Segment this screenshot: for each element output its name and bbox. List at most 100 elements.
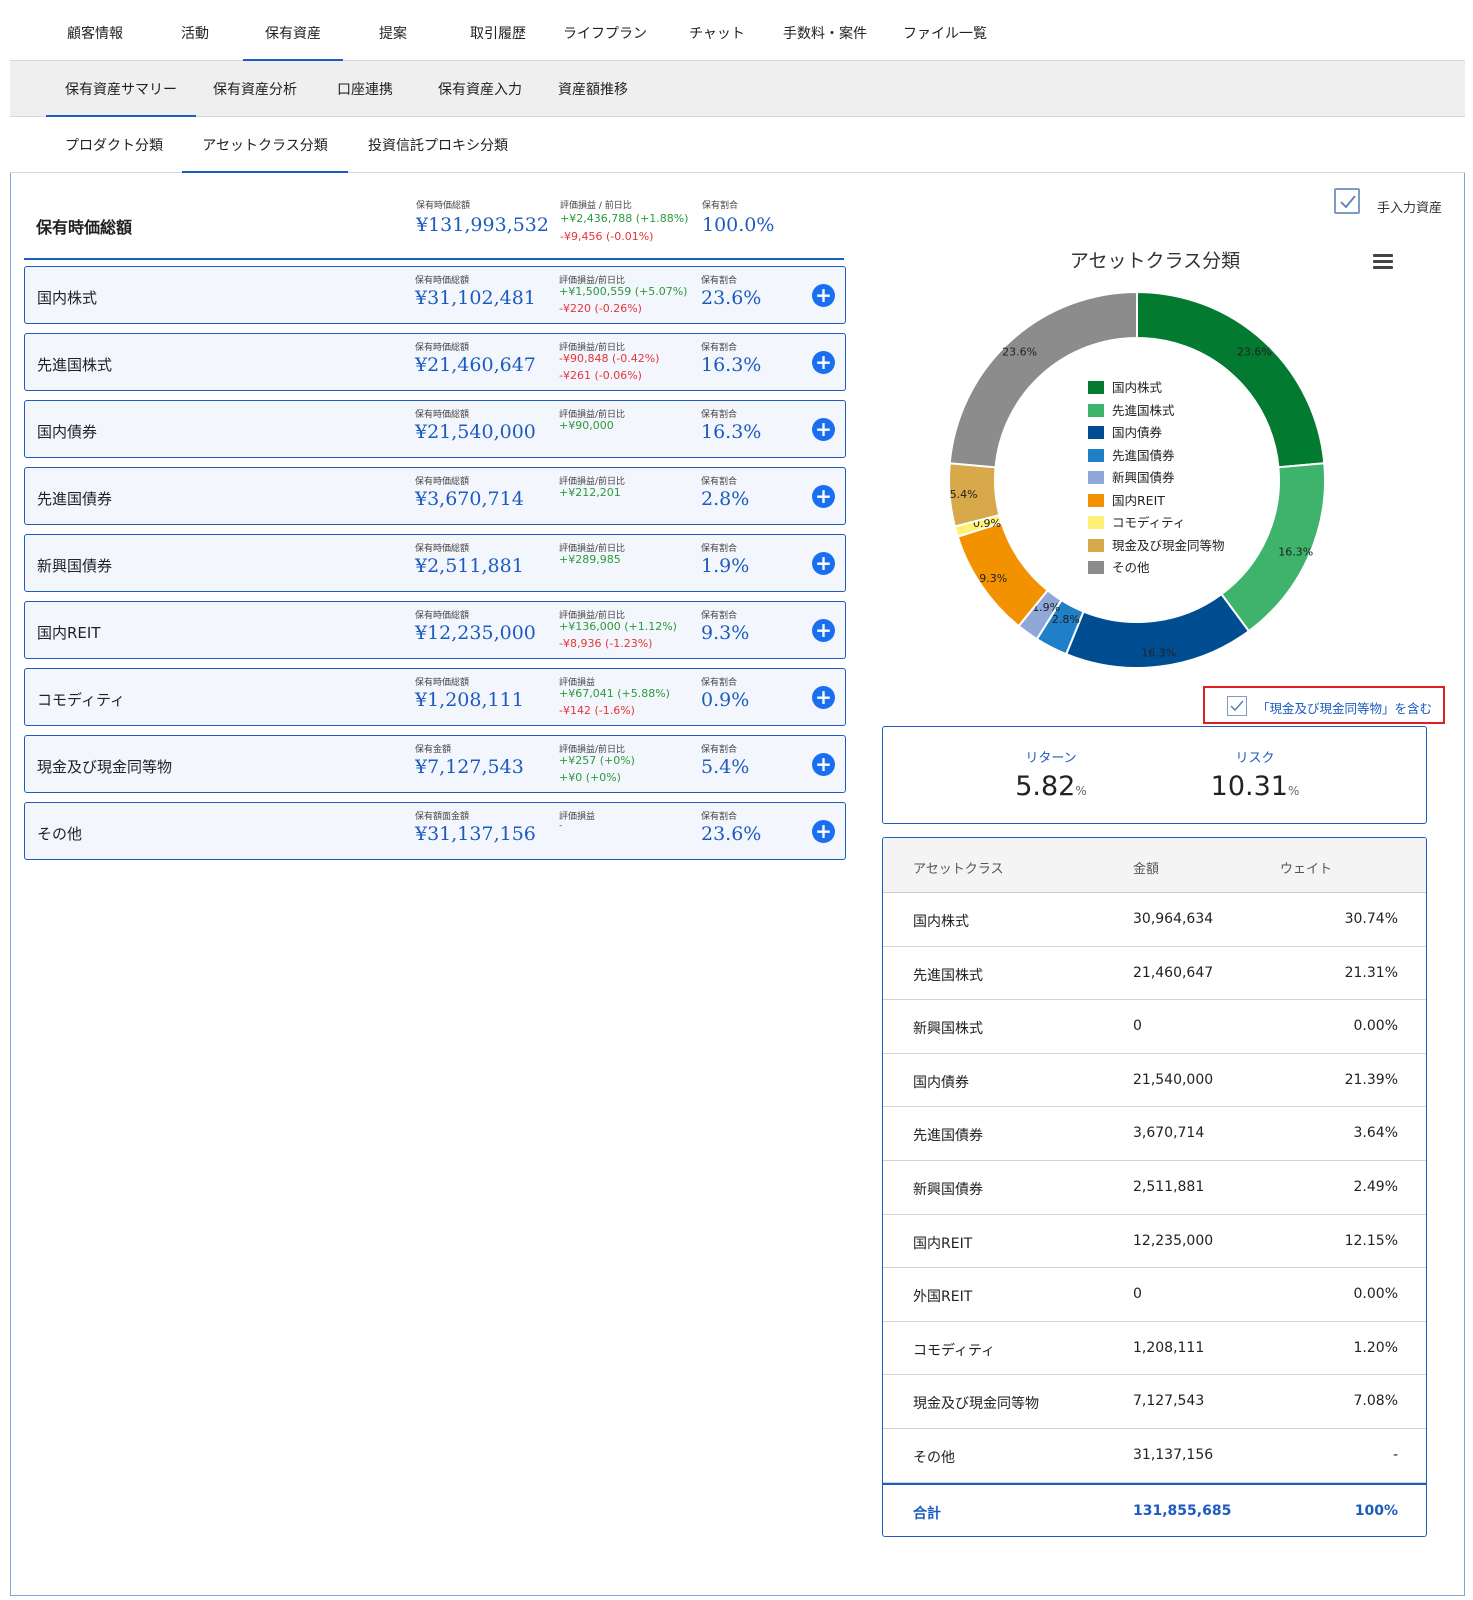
expand-plus-icon[interactable]: + bbox=[812, 418, 835, 441]
cell-weight: - bbox=[1392, 1447, 1398, 1463]
expand-plus-icon[interactable]: + bbox=[812, 686, 835, 709]
tab-account-link[interactable]: 口座連携 bbox=[320, 61, 410, 117]
tab-chat[interactable]: チャット bbox=[672, 4, 762, 61]
cell-asset-class: 先進国債券 bbox=[913, 1128, 983, 1145]
manual-asset-checkbox[interactable] bbox=[1334, 188, 1360, 214]
risk-value: 10.31% bbox=[1210, 771, 1300, 802]
asset-row[interactable]: 国内株式 保有時価総額 ¥31,102,481 評価損益/前日比 +¥1,500… bbox=[24, 266, 846, 324]
asset-row[interactable]: 先進国株式 保有時価総額 ¥21,460,647 評価損益/前日比 -¥90,8… bbox=[24, 333, 846, 391]
legend-item[interactable]: 国内REIT bbox=[1088, 493, 1225, 516]
asset-day-change: -¥8,936 (-1.23%) bbox=[559, 637, 653, 650]
tab-holdings-input[interactable]: 保有資産入力 bbox=[425, 61, 535, 117]
asset-name: 国内株式 bbox=[37, 289, 98, 307]
donut-slice-label: 16.3% bbox=[1141, 647, 1176, 660]
asset-ratio-label: 保有割合 bbox=[701, 276, 738, 286]
total-pl: +¥2,436,788 (+1.88%) bbox=[560, 212, 689, 225]
asset-ratio: 23.6% bbox=[701, 823, 762, 845]
header-amount: 金額 bbox=[1133, 862, 1160, 877]
asset-pl: -¥90,848 (-0.42%) bbox=[559, 352, 660, 365]
cell-asset-class: その他 bbox=[913, 1450, 955, 1466]
asset-name: 国内REIT bbox=[37, 624, 101, 642]
legend-item[interactable]: その他 bbox=[1088, 560, 1225, 583]
tab-asset-class[interactable]: アセットクラス分類 bbox=[182, 117, 348, 173]
expand-plus-icon[interactable]: + bbox=[812, 619, 835, 642]
asset-day-change: -¥261 (-0.06%) bbox=[559, 369, 642, 382]
tab-holdings[interactable]: 保有資産 bbox=[243, 4, 343, 61]
asset-value: ¥21,540,000 bbox=[415, 421, 536, 443]
total-pl-label: 評価損益 / 前日比 bbox=[560, 201, 632, 211]
expand-plus-icon[interactable]: + bbox=[812, 284, 835, 307]
legend-item[interactable]: 現金及び現金同等物 bbox=[1088, 538, 1225, 561]
expand-plus-icon[interactable]: + bbox=[812, 753, 835, 776]
legend-label: 国内株式 bbox=[1112, 380, 1163, 395]
legend-swatch bbox=[1088, 516, 1104, 529]
tab-customer-info[interactable]: 顧客情報 bbox=[50, 4, 140, 61]
tab-activity[interactable]: 活動 bbox=[150, 4, 240, 61]
legend-swatch bbox=[1088, 403, 1104, 417]
legend-item[interactable]: 国内債券 bbox=[1088, 425, 1225, 448]
legend-item[interactable]: コモディティ bbox=[1088, 515, 1225, 538]
asset-value-label: 保有時価総額 bbox=[415, 276, 470, 286]
asset-day-change: -¥220 (-0.26%) bbox=[559, 302, 642, 315]
asset-name: 先進国株式 bbox=[37, 356, 113, 374]
asset-name: その他 bbox=[37, 825, 83, 843]
total-value: ¥131,993,532 bbox=[416, 214, 549, 236]
asset-row[interactable]: コモディティ 保有時価総額 ¥1,208,111 評価損益 +¥67,041 (… bbox=[24, 668, 846, 726]
cell-asset-class: コモディティ bbox=[913, 1342, 996, 1359]
cell-weight: 21.39% bbox=[1344, 1071, 1398, 1088]
expand-plus-icon[interactable]: + bbox=[812, 820, 835, 843]
tab-lifeplan[interactable]: ライフプラン bbox=[550, 4, 660, 61]
tab-proxy-class[interactable]: 投資信託プロキシ分類 bbox=[358, 117, 518, 173]
tab-holdings-analysis[interactable]: 保有資産分析 bbox=[205, 61, 305, 117]
asset-ratio: 2.8% bbox=[701, 488, 750, 510]
tab-proposal[interactable]: 提案 bbox=[348, 4, 438, 61]
asset-row[interactable]: 現金及び現金同等物 保有金額 ¥7,127,543 評価損益/前日比 +¥257… bbox=[24, 735, 846, 793]
tab-files[interactable]: ファイル一覧 bbox=[890, 4, 1000, 61]
total-row-label: 合計 bbox=[913, 1505, 941, 1522]
cash-include-label: 「現金及び現金同等物」を含む bbox=[1257, 701, 1433, 716]
tab-holdings-summary[interactable]: 保有資産サマリー bbox=[46, 61, 196, 117]
asset-row[interactable]: 国内債券 保有時価総額 ¥21,540,000 評価損益/前日比 +¥90,00… bbox=[24, 400, 846, 458]
legend-item[interactable]: 先進国株式 bbox=[1088, 403, 1225, 426]
donut-slice-label: 16.3% bbox=[1278, 545, 1313, 558]
cell-weight: 0.00% bbox=[1353, 1018, 1398, 1035]
hamburger-menu-icon[interactable] bbox=[1373, 254, 1393, 270]
expand-plus-icon[interactable]: + bbox=[812, 485, 835, 508]
legend-swatch bbox=[1088, 448, 1104, 462]
tab-fees[interactable]: 手数料・案件 bbox=[770, 4, 880, 61]
cell-weight: 21.31% bbox=[1344, 964, 1398, 981]
asset-ratio-label: 保有割合 bbox=[701, 745, 738, 755]
tab-transactions[interactable]: 取引履歴 bbox=[448, 4, 548, 61]
tab-asset-trend[interactable]: 資産額推移 bbox=[548, 61, 638, 117]
table-row: 国内REIT 12,235,000 12.15% bbox=[883, 1215, 1426, 1269]
asset-row[interactable]: その他 保有額面金額 ¥31,137,156 評価損益 - 保有割合 23.6%… bbox=[24, 802, 846, 860]
asset-row[interactable]: 先進国債券 保有時価総額 ¥3,670,714 評価損益/前日比 +¥212,2… bbox=[24, 467, 846, 525]
table-row: 現金及び現金同等物 7,127,543 7.08% bbox=[883, 1375, 1426, 1429]
asset-pl: - bbox=[559, 821, 563, 831]
cell-asset-class: 新興国債券 bbox=[913, 1182, 983, 1198]
legend-item[interactable]: 国内株式 bbox=[1088, 380, 1225, 403]
asset-value-label: 保有時価総額 bbox=[415, 410, 470, 420]
expand-plus-icon[interactable]: + bbox=[812, 351, 835, 374]
cell-amount: 0 bbox=[1133, 1018, 1142, 1035]
asset-row[interactable]: 国内REIT 保有時価総額 ¥12,235,000 評価損益/前日比 +¥136… bbox=[24, 601, 846, 659]
asset-name: 現金及び現金同等物 bbox=[37, 758, 173, 776]
legend-item[interactable]: 先進国債券 bbox=[1088, 448, 1225, 471]
cash-include-toggle[interactable]: 「現金及び現金同等物」を含む bbox=[1203, 686, 1445, 724]
asset-row[interactable]: 新興国債券 保有時価総額 ¥2,511,881 評価損益/前日比 +¥289,9… bbox=[24, 534, 846, 592]
donut-slice-label: 5.4% bbox=[950, 488, 978, 501]
asset-value: ¥3,670,714 bbox=[415, 488, 524, 510]
legend-label: 国内債券 bbox=[1112, 425, 1163, 440]
legend-label: コモディティ bbox=[1112, 515, 1186, 530]
cash-include-checkbox[interactable] bbox=[1227, 696, 1247, 716]
asset-day-change: -¥142 (-1.6%) bbox=[559, 704, 635, 717]
donut-slice-label: 2.8% bbox=[1052, 613, 1080, 626]
expand-plus-icon[interactable]: + bbox=[812, 552, 835, 575]
asset-pl-label: 評価損益 bbox=[559, 812, 596, 822]
legend-item[interactable]: 新興国債券 bbox=[1088, 470, 1225, 493]
cell-asset-class: 新興国株式 bbox=[913, 1021, 983, 1038]
legend-swatch bbox=[1088, 538, 1104, 552]
tab-product-class[interactable]: プロダクト分類 bbox=[54, 117, 174, 173]
return-value: 5.82% bbox=[1015, 771, 1087, 802]
cell-asset-class: 国内REIT bbox=[913, 1235, 973, 1252]
